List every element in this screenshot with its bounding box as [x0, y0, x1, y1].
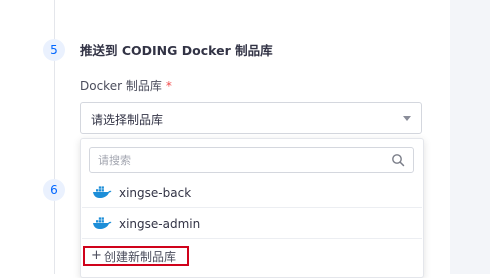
chevron-down-icon: [403, 116, 411, 121]
field-label-text: Docker 制品库: [80, 79, 162, 93]
plus-icon: +: [91, 248, 102, 263]
select-value: 请选择制品库: [91, 113, 164, 127]
right-side-panel: [450, 0, 490, 274]
step-number-5: 5: [43, 39, 65, 61]
section-title: 推送到 CODING Docker 制品库: [80, 43, 273, 58]
option-xingse-back[interactable]: xingse-back: [82, 178, 422, 208]
search-icon[interactable]: [391, 153, 405, 167]
option-label: xingse-admin: [119, 217, 201, 231]
step-number-6: 6: [43, 179, 65, 201]
field-label: Docker 制品库 *: [80, 77, 172, 94]
required-mark: *: [165, 79, 172, 93]
docker-registry-select[interactable]: 请选择制品库: [80, 102, 422, 134]
docker-icon: [93, 186, 112, 198]
divider: [82, 238, 422, 239]
search-box: [89, 147, 414, 173]
registry-dropdown: xingse-back xingse-admin + 创建新制品库: [80, 138, 424, 278]
option-label: xingse-back: [119, 186, 192, 200]
option-xingse-admin[interactable]: xingse-admin: [82, 209, 422, 239]
search-input[interactable]: [90, 148, 380, 172]
create-registry-label: 创建新制品库: [104, 250, 177, 264]
divider: [82, 207, 422, 208]
docker-icon: [93, 217, 112, 229]
create-registry-button[interactable]: + 创建新制品库: [83, 246, 189, 266]
